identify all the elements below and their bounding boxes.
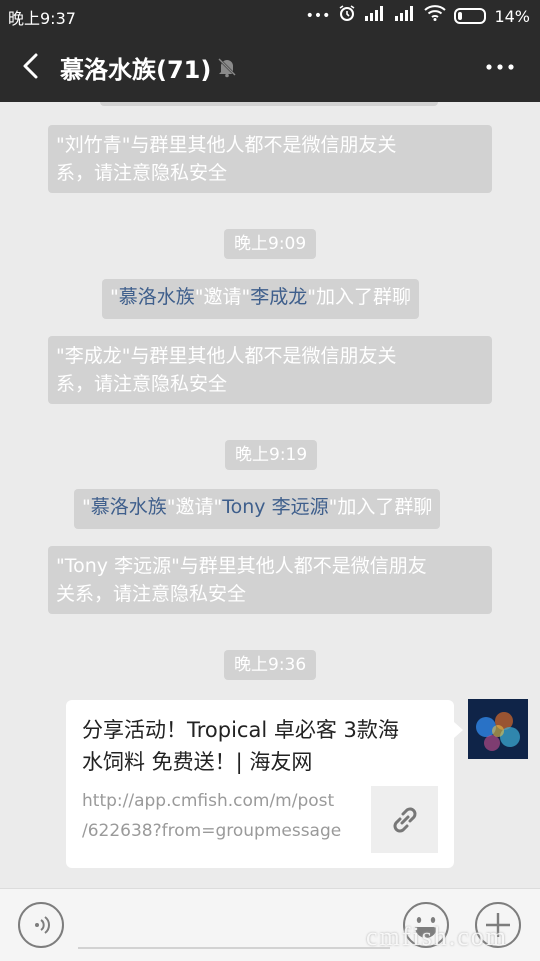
system-notice: "刘竹青"与群里其他人都不是微信朋友关 系，请注意隐私安全 bbox=[48, 125, 492, 193]
notice-line: "Tony 李远源"与群里其他人都不是微信朋友 bbox=[56, 555, 427, 577]
link-url: http://app.cmfish.com/m/post /622638?fro… bbox=[82, 786, 352, 846]
link-title: 分享活动！Tropical 卓必客 3款海 水饲料 免费送！| 海友网 bbox=[82, 714, 438, 778]
inviter-link[interactable]: 慕洛水族 bbox=[91, 496, 167, 518]
watermark: cmfish.com bbox=[366, 922, 509, 951]
link-icon bbox=[393, 807, 416, 832]
chevron-left-icon bbox=[23, 53, 38, 79]
chat-header: 慕洛水族(71) bbox=[0, 30, 540, 102]
system-notice: "Tony 李远源"与群里其他人都不是微信朋友 关系，请注意隐私安全 bbox=[48, 546, 492, 614]
signal-icon bbox=[364, 5, 386, 27]
notice-text: "邀请" bbox=[166, 496, 223, 518]
invite-notice: "慕洛水族"邀请"Tony 李远源"加入了群聊 bbox=[74, 489, 441, 529]
voice-input-button[interactable] bbox=[18, 902, 64, 948]
link-url-line: /622638?from=groupmessage bbox=[82, 821, 342, 841]
inviter-link[interactable]: 慕洛水族 bbox=[119, 286, 195, 308]
more-options-button[interactable] bbox=[482, 52, 518, 82]
signal-hd-icon bbox=[394, 5, 416, 27]
notice-line: 关系，请注意隐私安全 bbox=[56, 583, 247, 605]
invitee-link[interactable]: Tony 李远源 bbox=[222, 496, 328, 518]
alarm-icon bbox=[338, 4, 356, 28]
invite-notice: "慕洛水族"邀请"李成龙"加入了群聊 bbox=[102, 279, 420, 319]
message-input[interactable] bbox=[78, 947, 390, 949]
coral-photo bbox=[468, 699, 528, 759]
status-bar: 晚上9:37 ••• 14% bbox=[0, 0, 540, 30]
previous-message-edge bbox=[100, 102, 438, 106]
link-title-line: 水饲料 免费送！| 海友网 bbox=[82, 750, 313, 774]
notice-text: "加入了群聊 bbox=[328, 496, 433, 518]
mute-icon bbox=[216, 56, 238, 78]
link-thumbnail bbox=[371, 786, 438, 853]
chat-title: 慕洛水族(71) bbox=[60, 56, 212, 84]
timestamp: 晚上9:36 bbox=[224, 650, 317, 680]
timestamp: 晚上9:09 bbox=[224, 229, 317, 259]
notice-text: "邀请" bbox=[194, 286, 251, 308]
avatar[interactable] bbox=[468, 699, 528, 759]
more-dots-icon bbox=[486, 64, 514, 70]
notice-line: "李成龙"与群里其他人都不是微信朋友关 bbox=[56, 345, 397, 367]
link-card-message[interactable]: 分享活动！Tropical 卓必客 3款海 水饲料 免费送！| 海友网 http… bbox=[66, 700, 463, 868]
notice-line: 系，请注意隐私安全 bbox=[56, 373, 228, 395]
notice-text: "加入了群聊 bbox=[307, 286, 412, 308]
battery-icon bbox=[454, 8, 487, 24]
status-time: 晚上9:37 bbox=[8, 9, 76, 28]
notice-line: 系，请注意隐私安全 bbox=[56, 162, 228, 184]
status-icons: ••• 14% bbox=[306, 4, 530, 28]
quote: " bbox=[82, 496, 91, 518]
more-dots-icon: ••• bbox=[305, 8, 331, 24]
quote: " bbox=[110, 286, 119, 308]
link-url-line: http://app.cmfish.com/m/post bbox=[82, 791, 335, 811]
voice-icon bbox=[35, 916, 50, 934]
timestamp: 晚上9:19 bbox=[225, 440, 318, 470]
invitee-link[interactable]: 李成龙 bbox=[250, 286, 307, 308]
link-title-line: 分享活动！Tropical 卓必客 3款海 bbox=[82, 718, 399, 742]
system-notice: "李成龙"与群里其他人都不是微信朋友关 系，请注意隐私安全 bbox=[48, 336, 492, 404]
wifi-icon bbox=[424, 5, 447, 27]
battery-percent: 14% bbox=[494, 6, 530, 26]
notice-line: "刘竹青"与群里其他人都不是微信朋友关 bbox=[56, 134, 397, 156]
back-button[interactable] bbox=[14, 48, 50, 84]
